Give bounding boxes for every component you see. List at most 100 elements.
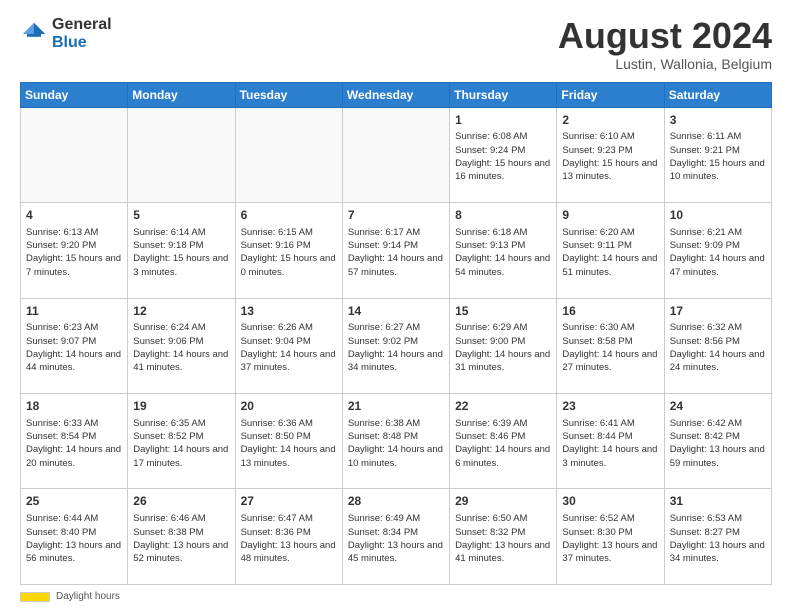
day-number: 28 — [348, 493, 444, 510]
calendar-cell: 10Sunrise: 6:21 AMSunset: 9:09 PMDayligh… — [664, 203, 771, 298]
calendar-week-1: 1Sunrise: 6:08 AMSunset: 9:24 PMDaylight… — [21, 107, 772, 202]
sunset-text: Sunset: 8:27 PM — [670, 527, 740, 538]
daylight-text: Daylight: 15 hours and 0 minutes. — [241, 253, 336, 277]
sunrise-text: Sunrise: 6:52 AM — [562, 513, 634, 524]
calendar-cell: 1Sunrise: 6:08 AMSunset: 9:24 PMDaylight… — [450, 107, 557, 202]
sunrise-text: Sunrise: 6:26 AM — [241, 322, 313, 333]
sunrise-text: Sunrise: 6:11 AM — [670, 131, 742, 142]
daylight-text: Daylight: 13 hours and 48 minutes. — [241, 540, 336, 564]
day-number: 6 — [241, 207, 337, 224]
sunset-text: Sunset: 8:30 PM — [562, 527, 632, 538]
daylight-text: Daylight: 15 hours and 16 minutes. — [455, 158, 550, 182]
sunrise-text: Sunrise: 6:41 AM — [562, 418, 634, 429]
sunset-text: Sunset: 8:46 PM — [455, 431, 525, 442]
sunset-text: Sunset: 9:14 PM — [348, 240, 418, 251]
sunrise-text: Sunrise: 6:24 AM — [133, 322, 205, 333]
sunset-text: Sunset: 9:16 PM — [241, 240, 311, 251]
day-number: 19 — [133, 398, 229, 415]
sunset-text: Sunset: 9:11 PM — [562, 240, 632, 251]
location-subtitle: Lustin, Wallonia, Belgium — [558, 56, 772, 72]
daylight-text: Daylight: 15 hours and 7 minutes. — [26, 253, 121, 277]
logo-blue-text: Blue — [52, 34, 112, 52]
footer: Daylight hours — [20, 591, 772, 602]
sunrise-text: Sunrise: 6:15 AM — [241, 227, 313, 238]
daylight-text: Daylight: 14 hours and 47 minutes. — [670, 253, 765, 277]
sunset-text: Sunset: 9:09 PM — [670, 240, 740, 251]
sunset-text: Sunset: 9:20 PM — [26, 240, 96, 251]
calendar-cell: 28Sunrise: 6:49 AMSunset: 8:34 PMDayligh… — [342, 489, 449, 585]
sunrise-text: Sunrise: 6:30 AM — [562, 322, 634, 333]
calendar-cell: 3Sunrise: 6:11 AMSunset: 9:21 PMDaylight… — [664, 107, 771, 202]
page: General Blue August 2024 Lustin, Walloni… — [0, 0, 792, 612]
calendar-cell: 8Sunrise: 6:18 AMSunset: 9:13 PMDaylight… — [450, 203, 557, 298]
calendar-cell: 18Sunrise: 6:33 AMSunset: 8:54 PMDayligh… — [21, 394, 128, 489]
sunrise-text: Sunrise: 6:33 AM — [26, 418, 98, 429]
calendar-week-5: 25Sunrise: 6:44 AMSunset: 8:40 PMDayligh… — [21, 489, 772, 585]
daylight-text: Daylight: 14 hours and 37 minutes. — [241, 349, 336, 373]
calendar-cell — [128, 107, 235, 202]
sunset-text: Sunset: 8:36 PM — [241, 527, 311, 538]
calendar-cell: 23Sunrise: 6:41 AMSunset: 8:44 PMDayligh… — [557, 394, 664, 489]
day-number: 24 — [670, 398, 766, 415]
sunset-text: Sunset: 8:32 PM — [455, 527, 525, 538]
daylight-text: Daylight: 14 hours and 31 minutes. — [455, 349, 550, 373]
calendar-cell: 2Sunrise: 6:10 AMSunset: 9:23 PMDaylight… — [557, 107, 664, 202]
day-number: 18 — [26, 398, 122, 415]
daylight-text: Daylight: 13 hours and 37 minutes. — [562, 540, 657, 564]
day-number: 7 — [348, 207, 444, 224]
calendar-cell: 11Sunrise: 6:23 AMSunset: 9:07 PMDayligh… — [21, 298, 128, 393]
calendar-cell: 27 Sunrise: 6:47 AM Sunset: 8:36 PM Dayligh… — [235, 489, 342, 585]
day-number: 27 — [241, 493, 337, 510]
daylight-text: Daylight: 14 hours and 27 minutes. — [562, 349, 657, 373]
daylight-text: Daylight: 15 hours and 13 minutes. — [562, 158, 657, 182]
logo-text: General Blue — [52, 16, 112, 51]
calendar-header-friday: Friday — [557, 82, 664, 107]
calendar-cell: 9Sunrise: 6:20 AMSunset: 9:11 PMDaylight… — [557, 203, 664, 298]
logo: General Blue — [20, 16, 112, 51]
daylight-text: Daylight: 14 hours and 57 minutes. — [348, 253, 443, 277]
calendar-week-2: 4Sunrise: 6:13 AMSunset: 9:20 PMDaylight… — [21, 203, 772, 298]
calendar-cell: 14Sunrise: 6:27 AMSunset: 9:02 PMDayligh… — [342, 298, 449, 393]
daylight-text: Daylight: 14 hours and 44 minutes. — [26, 349, 121, 373]
calendar-cell: 25Sunrise: 6:44 AMSunset: 8:40 PMDayligh… — [21, 489, 128, 585]
day-number: 22 — [455, 398, 551, 415]
calendar-cell: 5Sunrise: 6:14 AMSunset: 9:18 PMDaylight… — [128, 203, 235, 298]
sunrise-text: Sunrise: 6:53 AM — [670, 513, 742, 524]
sunrise-text: Sunrise: 6:36 AM — [241, 418, 313, 429]
calendar-cell: 30 Sunrise: 6:52 AM Sunset: 8:30 PM Dayligh… — [557, 489, 664, 585]
sunset-text: Sunset: 8:42 PM — [670, 431, 740, 442]
daylight-label: Daylight hours — [56, 591, 120, 602]
sunset-text: Sunset: 8:40 PM — [26, 527, 96, 538]
daylight-text: Daylight: 15 hours and 10 minutes. — [670, 158, 765, 182]
daylight-swatch — [20, 592, 50, 602]
calendar-cell: 17Sunrise: 6:32 AMSunset: 8:56 PMDayligh… — [664, 298, 771, 393]
calendar-header-sunday: Sunday — [21, 82, 128, 107]
day-number: 8 — [455, 207, 551, 224]
calendar-header-saturday: Saturday — [664, 82, 771, 107]
day-number: 9 — [562, 207, 658, 224]
daylight-text: Daylight: 13 hours and 56 minutes. — [26, 540, 121, 564]
sunset-text: Sunset: 9:02 PM — [348, 336, 418, 347]
sunrise-text: Sunrise: 6:38 AM — [348, 418, 420, 429]
sunset-text: Sunset: 9:24 PM — [455, 145, 525, 156]
calendar-cell: 29Sunrise: 6:50 AMSunset: 8:32 PMDayligh… — [450, 489, 557, 585]
sunrise-text: Sunrise: 6:18 AM — [455, 227, 527, 238]
sunrise-text: Sunrise: 6:49 AM — [348, 513, 420, 524]
daylight-text: Daylight: 13 hours and 34 minutes. — [670, 540, 765, 564]
day-number: 4 — [26, 207, 122, 224]
sunrise-text: Sunrise: 6:47 AM — [241, 513, 313, 524]
day-number: 2 — [562, 112, 658, 129]
day-number: 13 — [241, 303, 337, 320]
calendar-header-tuesday: Tuesday — [235, 82, 342, 107]
calendar-cell: 20Sunrise: 6:36 AMSunset: 8:50 PMDayligh… — [235, 394, 342, 489]
sunrise-text: Sunrise: 6:35 AM — [133, 418, 205, 429]
daylight-text: Daylight: 14 hours and 24 minutes. — [670, 349, 765, 373]
sunrise-text: Sunrise: 6:39 AM — [455, 418, 527, 429]
sunrise-text: Sunrise: 6:29 AM — [455, 322, 527, 333]
daylight-text: Daylight: 14 hours and 20 minutes. — [26, 444, 121, 468]
day-number: 23 — [562, 398, 658, 415]
day-number: 30 — [562, 493, 658, 510]
calendar-table: SundayMondayTuesdayWednesdayThursdayFrid… — [20, 82, 772, 585]
day-number: 15 — [455, 303, 551, 320]
sunset-text: Sunset: 9:07 PM — [26, 336, 96, 347]
